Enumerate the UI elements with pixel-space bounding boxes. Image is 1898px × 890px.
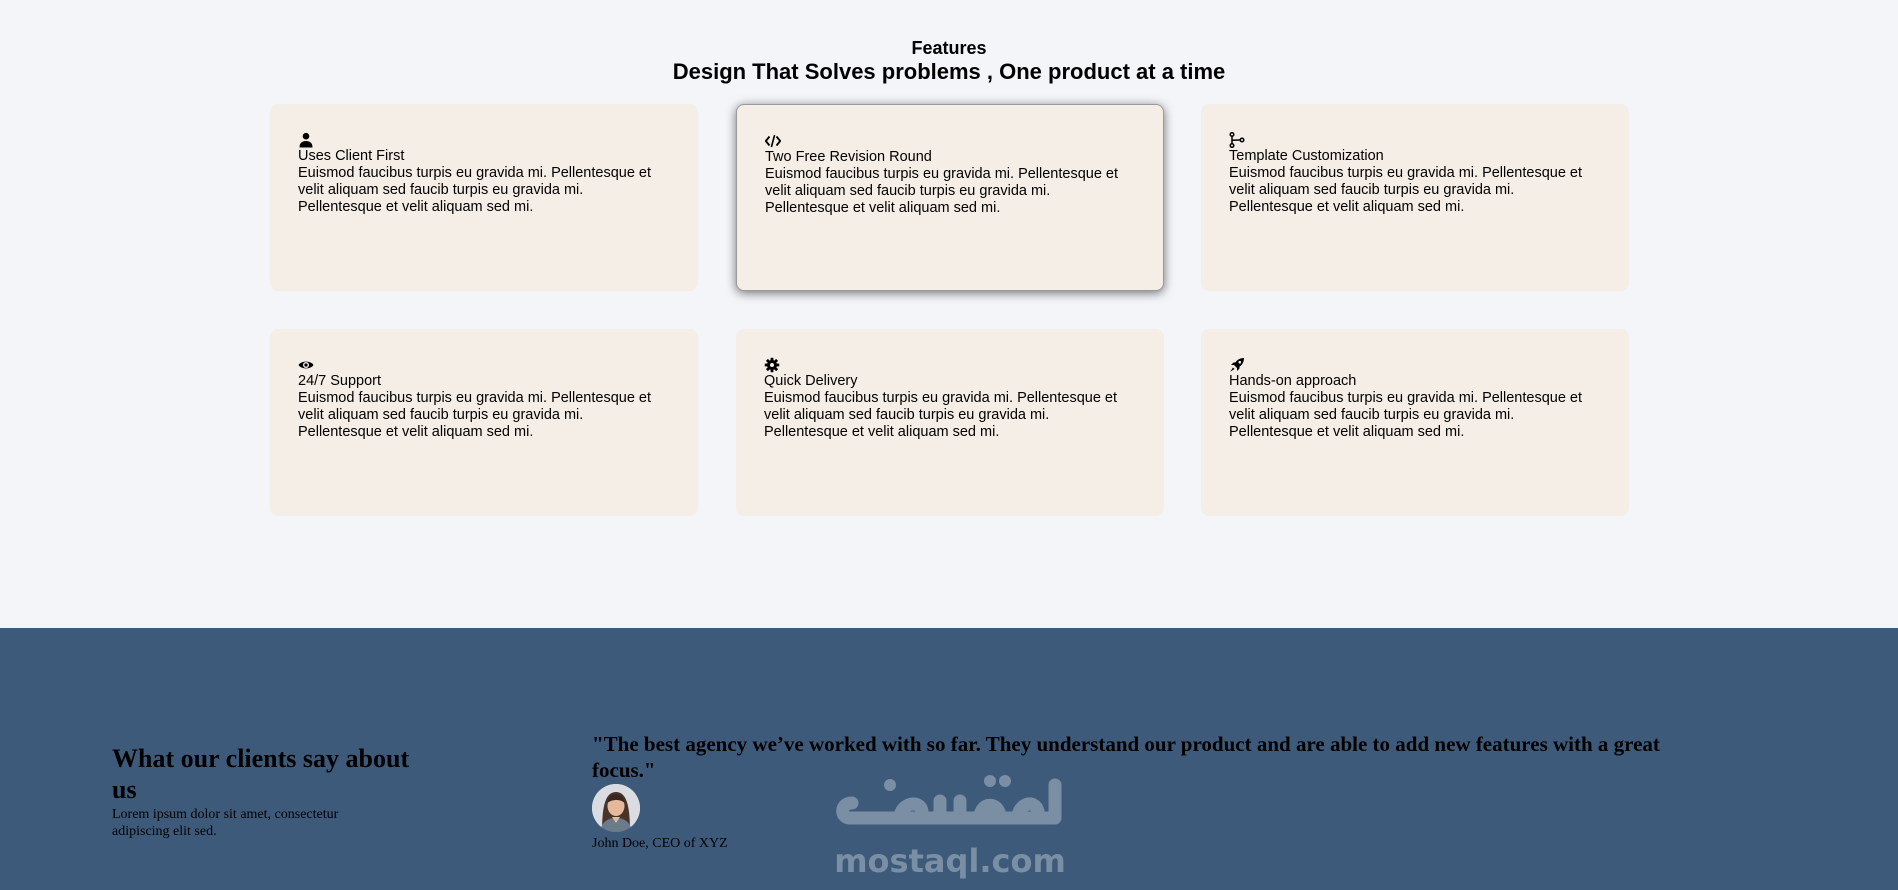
- feature-card-description: Euismod faucibus turpis eu gravida mi. P…: [1229, 165, 1583, 215]
- user-icon: [298, 132, 314, 148]
- feature-card-support: 24/7 Support Euismod faucibus turpis eu …: [270, 329, 698, 516]
- feature-card-delivery: Quick Delivery Euismod faucibus turpis e…: [736, 329, 1164, 516]
- testimonial-quote: "The best agency we’ve worked with so fa…: [592, 732, 1660, 782]
- feature-card-description: Euismod faucibus turpis eu gravida mi. P…: [765, 166, 1119, 216]
- code-branch-icon: [1229, 132, 1245, 148]
- feature-card-title: 24/7 Support: [298, 373, 382, 389]
- gear-icon: [764, 357, 780, 373]
- feature-card-description: Euismod faucibus turpis eu gravida mi. P…: [298, 165, 652, 215]
- code-icon: [765, 133, 781, 149]
- testimonial-author: John Doe, CEO of XYZ: [592, 836, 728, 851]
- feature-card-title: Template Customization: [1229, 148, 1384, 164]
- feature-card-client-first: Uses Client First Euismod faucibus turpi…: [270, 104, 698, 291]
- feature-card-title: Quick Delivery: [764, 373, 858, 389]
- watermark: mostaql.com: [830, 763, 1070, 888]
- feature-card-revision: Two Free Revision Round Euismod faucibus…: [736, 104, 1164, 291]
- feature-card-description: Euismod faucibus turpis eu gravida mi. P…: [1229, 390, 1583, 440]
- testimonials-heading: What our clients say about us: [112, 744, 410, 804]
- testimonials-subheading: Lorem ipsum dolor sit amet, consectetur …: [112, 807, 339, 839]
- feature-card-template: Template Customization Euismod faucibus …: [1201, 104, 1629, 291]
- feature-card-title: Two Free Revision Round: [765, 149, 932, 165]
- feature-card-description: Euismod faucibus turpis eu gravida mi. P…: [764, 390, 1118, 440]
- features-section: Features Design That Solves problems , O…: [0, 0, 1898, 628]
- features-title: Design That Solves problems , One produc…: [672, 59, 1226, 84]
- testimonials-section: What our clients say about us Lorem ipsu…: [0, 628, 1898, 890]
- feature-card-hands-on: Hands-on approach Euismod faucibus turpi…: [1201, 329, 1629, 516]
- feature-card-title: Uses Client First: [298, 148, 405, 164]
- avatar: [592, 784, 640, 832]
- eye-icon: [298, 357, 314, 373]
- features-eyebrow: Features: [911, 38, 987, 58]
- feature-card-title: Hands-on approach: [1229, 373, 1357, 389]
- watermark-text: mostaql.com: [834, 842, 1066, 880]
- feature-card-description: Euismod faucibus turpis eu gravida mi. P…: [298, 390, 652, 440]
- mostaql-logo: [836, 775, 1062, 825]
- rocket-icon: [1229, 357, 1245, 373]
